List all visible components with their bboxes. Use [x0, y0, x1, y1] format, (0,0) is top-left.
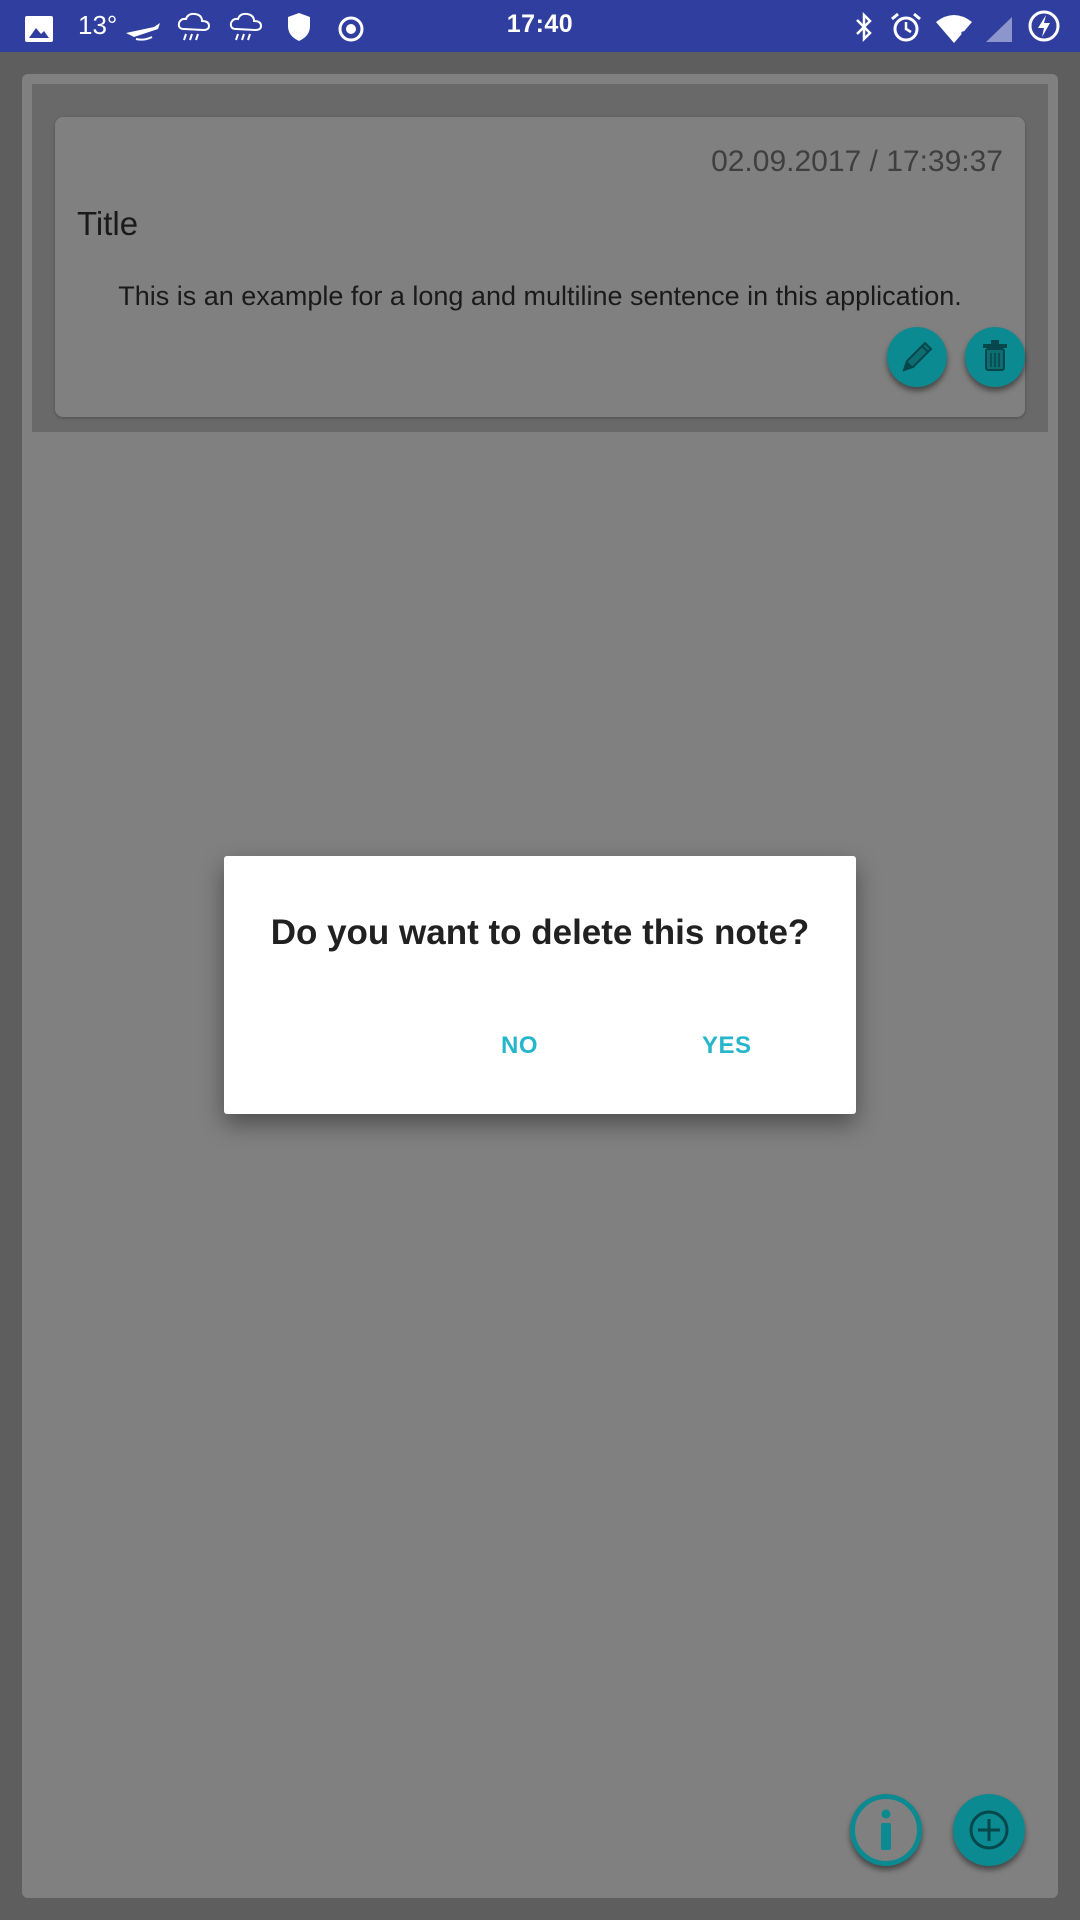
trash-icon: [983, 340, 1007, 371]
dialog-message: Do you want to delete this note?: [270, 913, 810, 952]
note-list: 02.09.2017 / 17:39:37 Title This is an e…: [32, 84, 1048, 432]
pencil-icon: [902, 341, 933, 372]
add-icon: [969, 1810, 1009, 1850]
note-date: 02.09.2017 / 17:39:37: [711, 145, 1003, 178]
note-body: This is an example for a long and multil…: [118, 281, 962, 311]
status-bar: 13° 17:40: [0, 0, 1080, 52]
no-button[interactable]: NO: [501, 1032, 538, 1060]
battery-charging-icon: [1028, 10, 1060, 42]
add-note-button[interactable]: [953, 1794, 1025, 1866]
info-button[interactable]: [850, 1794, 922, 1866]
delete-note-button[interactable]: [965, 327, 1025, 387]
edit-note-button[interactable]: [887, 327, 947, 387]
note-title: Title: [77, 205, 139, 242]
delete-confirm-dialog: Do you want to delete this note? NO YES: [224, 856, 856, 1114]
info-icon: [851, 1795, 921, 1865]
signal-icon: [986, 17, 1012, 42]
wifi-icon: [936, 15, 972, 43]
alarm-icon: [891, 12, 921, 42]
bluetooth-icon: [856, 11, 872, 43]
yes-button[interactable]: YES: [702, 1032, 752, 1060]
note-card[interactable]: 02.09.2017 / 17:39:37 Title This is an e…: [55, 117, 1025, 417]
